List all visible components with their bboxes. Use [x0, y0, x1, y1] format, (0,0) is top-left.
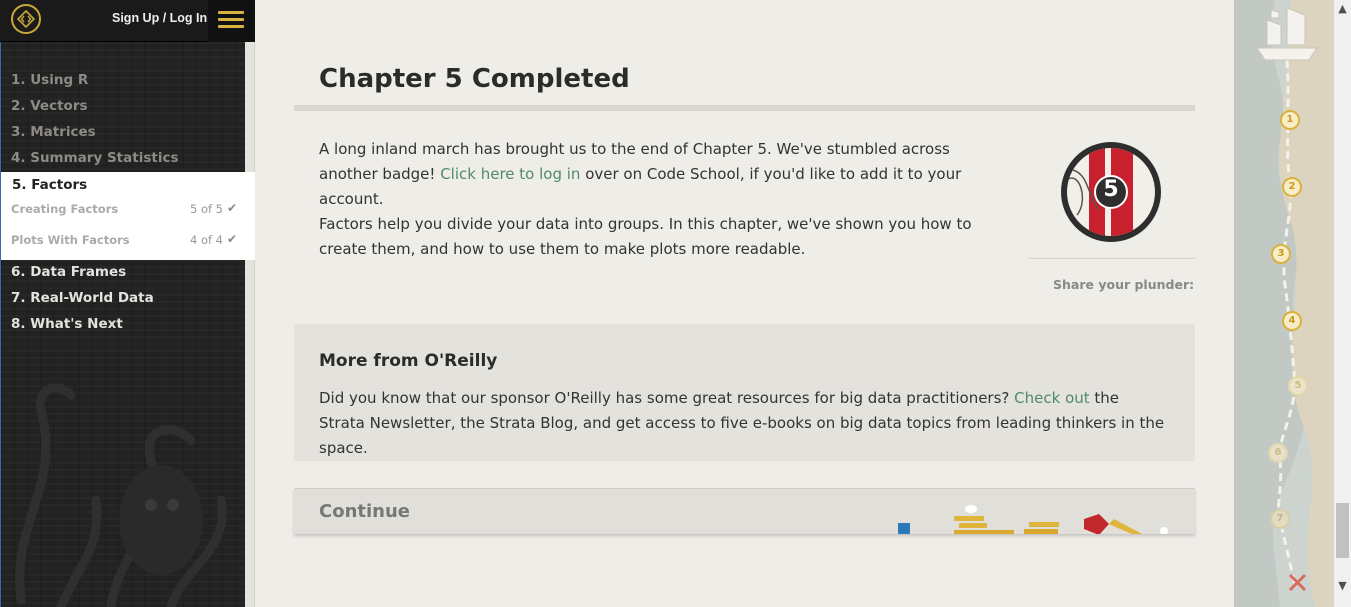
chapter-badge: 5	[1059, 140, 1163, 244]
intro-paragraph: A long inland march has brought us to th…	[319, 137, 1009, 212]
oreilly-title: More from O'Reilly	[319, 351, 498, 371]
hamburger-menu-icon[interactable]	[208, 0, 255, 42]
nav-chapter-8[interactable]: 8. What's Next	[11, 316, 123, 332]
continue-button[interactable]: Continue	[294, 488, 1195, 534]
oreilly-text: Did you know that our sponsor O'Reilly h…	[319, 389, 1015, 407]
kraken-illustration	[15, 383, 227, 607]
sub-item-count: 4 of 4	[189, 233, 223, 247]
login-link[interactable]: Click here to log in	[440, 165, 580, 183]
sub-item-label: Creating Factors	[11, 202, 119, 216]
oreilly-panel: More from O'Reilly Did you know that our…	[294, 324, 1195, 461]
scrollbar[interactable]: ▲ ▼	[1334, 0, 1351, 607]
map-marker-2[interactable]: 2	[1282, 177, 1302, 197]
scroll-up-arrow-icon[interactable]: ▲	[1334, 0, 1351, 17]
main-content: Chapter 5 Completed A long inland march …	[256, 0, 1234, 607]
sub-item-count: 5 of 5	[189, 202, 223, 216]
top-bar: Sign Up / Log In	[0, 0, 255, 42]
nav-chapter-7[interactable]: 7. Real-World Data	[11, 290, 154, 306]
code-school-logo-icon[interactable]	[11, 4, 41, 34]
nav-chapter-2[interactable]: 2. Vectors	[11, 98, 88, 114]
signup-login-link[interactable]: Sign Up / Log In	[112, 11, 207, 25]
nav-chapter-4[interactable]: 4. Summary Statistics	[11, 150, 178, 166]
map-marker-3[interactable]: 3	[1271, 244, 1291, 264]
summary-paragraph: Factors help you divide your data into g…	[319, 215, 972, 258]
treasure-illustration	[898, 505, 1168, 534]
sidebar-edge	[245, 0, 255, 607]
scroll-thumb[interactable]	[1336, 503, 1349, 558]
checkmark-icon: ✔	[226, 201, 237, 215]
nav-chapter-5[interactable]: 5. Factors	[12, 177, 87, 193]
badge-number: 5	[1103, 177, 1119, 202]
share-label: Share your plunder:	[1053, 277, 1195, 292]
scroll-down-arrow-icon[interactable]: ▼	[1334, 577, 1351, 594]
nav-chapter-5-panel: 5. Factors Creating Factors 5 of 5 ✔ Plo…	[1, 172, 255, 260]
oreilly-body: Did you know that our sponsor O'Reilly h…	[319, 386, 1169, 461]
map-marker-5[interactable]: 5	[1288, 376, 1308, 396]
check-out-link[interactable]: Check out	[1014, 389, 1089, 407]
share-divider	[1029, 258, 1195, 259]
nav-chapter-3[interactable]: 3. Matrices	[11, 124, 96, 140]
progress-map: 1 2 3 4 5 6 7	[1234, 0, 1334, 607]
map-marker-6[interactable]: 6	[1268, 443, 1288, 463]
nav-chapter-1[interactable]: 1. Using R	[11, 72, 88, 88]
title-divider	[294, 105, 1195, 111]
sub-item-label: Plots With Factors	[11, 233, 130, 247]
map-marker-4[interactable]: 4	[1282, 311, 1302, 331]
nav-chapter-6[interactable]: 6. Data Frames	[11, 264, 126, 280]
page-title: Chapter 5 Completed	[319, 64, 630, 94]
checkmark-icon: ✔	[226, 232, 237, 246]
map-marker-1[interactable]: 1	[1280, 110, 1300, 130]
map-marker-7[interactable]: 7	[1270, 509, 1290, 529]
